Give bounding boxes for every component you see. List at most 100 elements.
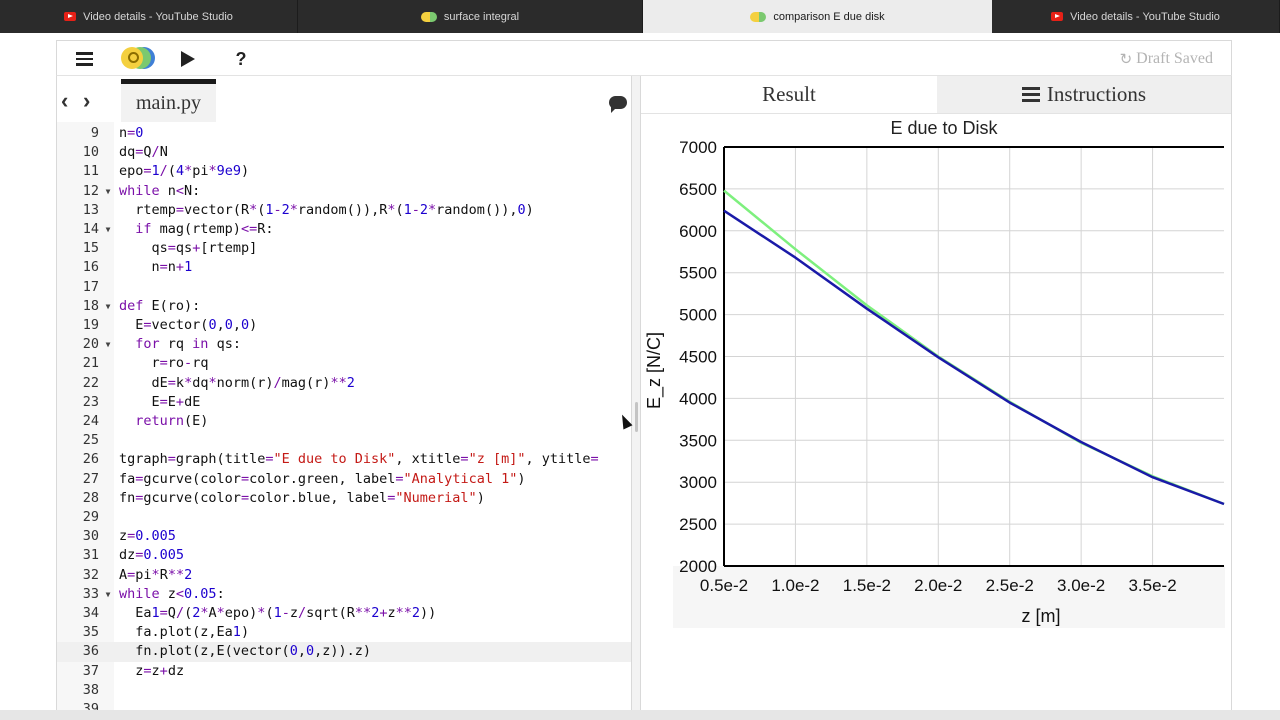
- file-tab-main-py[interactable]: main.py: [121, 79, 216, 122]
- y-tick-label: 4000: [679, 389, 717, 408]
- list-icon: [1021, 87, 1040, 102]
- code-line[interactable]: 34 Ea1=Q/(2*A*epo)*(1-z/sqrt(R**2+z**2)): [57, 604, 631, 623]
- line-number: 32: [82, 566, 99, 583]
- line-number: 20: [82, 336, 99, 353]
- code-line[interactable]: 23 E=E+dE: [57, 393, 631, 412]
- code-line[interactable]: 24 return(E): [57, 412, 631, 431]
- line-number: 17: [82, 278, 99, 295]
- code-line[interactable]: 37 z=z+dz: [57, 662, 631, 681]
- y-tick-label: 2000: [679, 557, 717, 576]
- code-text: E=E+dE: [119, 393, 201, 410]
- line-number: 31: [82, 547, 99, 564]
- line-number: 27: [82, 470, 99, 487]
- code-area[interactable]: 9 n=0 10 dq=Q/N 11 epo=1/(4*pi*9e9) 12 ▼ while n…: [57, 122, 631, 720]
- help-button[interactable]: ?: [229, 41, 253, 77]
- code-line[interactable]: 20 ▼ for rq in qs:: [57, 335, 631, 354]
- fold-arrow-icon[interactable]: ▼: [103, 335, 113, 354]
- code-line[interactable]: 10 dq=Q/N: [57, 143, 631, 162]
- code-line[interactable]: 14 ▼ if mag(rtemp)<=R:: [57, 220, 631, 239]
- splitter-grip[interactable]: [635, 402, 638, 432]
- x-tick-label: 2.5e-2: [986, 576, 1034, 595]
- fold-arrow-icon[interactable]: ▼: [103, 585, 113, 604]
- y-tick-label: 3500: [679, 431, 717, 450]
- code-line[interactable]: 31 dz=0.005: [57, 546, 631, 565]
- code-text: fa=gcurve(color=color.green, label="Anal…: [119, 470, 526, 487]
- code-text: n=n+1: [119, 259, 193, 276]
- code-line[interactable]: 21 r=ro-rq: [57, 354, 631, 373]
- fold-arrow-icon[interactable]: ▼: [103, 182, 113, 201]
- code-line[interactable]: 17: [57, 278, 631, 297]
- chevron-right-icon[interactable]: ›: [83, 90, 90, 112]
- code-text: fa.plot(z,Ea1): [119, 624, 250, 641]
- code-line[interactable]: 26 tgraph=graph(title="E due to Disk", xt…: [57, 450, 631, 469]
- code-text: dz=0.005: [119, 547, 185, 564]
- code-line[interactable]: 12 ▼ while n<N:: [57, 182, 631, 201]
- browser-tab-title: Video details - YouTube Studio: [1070, 10, 1220, 23]
- play-icon[interactable]: [175, 41, 201, 77]
- browser-tab[interactable]: surface integral: [298, 0, 643, 33]
- code-text: qs=qs+[rtemp]: [119, 240, 258, 257]
- code-line[interactable]: 25: [57, 431, 631, 450]
- code-text: while z<0.05:: [119, 585, 225, 602]
- line-number: 9: [90, 125, 99, 141]
- code-line[interactable]: 9 n=0: [57, 124, 631, 143]
- browser-tab-title: comparison E due disk: [773, 10, 885, 23]
- hamburger-menu-icon[interactable]: [69, 41, 99, 77]
- browser-tab[interactable]: comparison E due disk: [643, 0, 992, 33]
- window-bottom-edge: [0, 710, 1280, 720]
- code-line[interactable]: 15 qs=qs+[rtemp]: [57, 239, 631, 258]
- x-tick-label: 3.0e-2: [1057, 576, 1105, 595]
- code-line[interactable]: 33 ▼ while z<0.05:: [57, 585, 631, 604]
- code-line[interactable]: 18 ▼ def E(ro):: [57, 297, 631, 316]
- y-tick-label: 4500: [679, 348, 717, 367]
- code-line[interactable]: 29: [57, 508, 631, 527]
- code-text: n=0: [119, 125, 144, 141]
- series-line-blue: [723, 209, 1225, 506]
- fold-arrow-icon[interactable]: ▼: [103, 297, 113, 316]
- code-line[interactable]: 16 n=n+1: [57, 258, 631, 277]
- x-tick-label: 1.5e-2: [843, 576, 891, 595]
- pane-splitter[interactable]: [631, 76, 641, 720]
- code-editor-pane: ‹ › main.py 9 n=0 10 dq=Q/N 11 epo=1/(4*pi*9e…: [56, 76, 631, 720]
- browser-tab[interactable]: Video details - YouTube Studio: [0, 0, 298, 33]
- line-number: 35: [82, 624, 99, 641]
- code-line[interactable]: 22 dE=k*dq*norm(r)/mag(r)**2: [57, 374, 631, 393]
- code-text: Ea1=Q/(2*A*epo)*(1-z/sqrt(R**2+z**2)): [119, 605, 437, 621]
- line-number: 25: [82, 432, 99, 449]
- code-line[interactable]: 36 fn.plot(z,E(vector(0,0,z)).z): [57, 642, 631, 662]
- code-line[interactable]: 19 E=vector(0,0,0): [57, 316, 631, 335]
- code-text: return(E): [135, 413, 209, 429]
- tab-instructions[interactable]: Instructions: [937, 76, 1231, 114]
- x-axis-title: z [m]: [1022, 606, 1061, 626]
- code-line[interactable]: 35 fa.plot(z,Ea1): [57, 623, 631, 642]
- code-line[interactable]: 13 rtemp=vector(R*(1-2*random()),R*(1-2*…: [57, 201, 631, 220]
- code-line[interactable]: 11 epo=1/(4*pi*9e9): [57, 162, 631, 181]
- line-number: 21: [82, 355, 99, 372]
- code-line[interactable]: 28 fn=gcurve(color=color.blue, label="Num…: [57, 489, 631, 508]
- chevron-left-icon[interactable]: ‹: [61, 90, 68, 112]
- code-line[interactable]: 38: [57, 681, 631, 700]
- y-tick-label: 5000: [679, 306, 717, 325]
- x-tick-label: 3.5e-2: [1128, 576, 1176, 595]
- line-number: 19: [82, 317, 99, 333]
- line-number: 34: [82, 605, 99, 621]
- browser-tab[interactable]: Video details - YouTube Studio: [992, 0, 1280, 33]
- fold-arrow-icon[interactable]: ▼: [103, 220, 113, 239]
- line-number: 30: [82, 528, 99, 545]
- line-number: 26: [82, 451, 99, 468]
- glowscript-logo-icon[interactable]: [117, 41, 157, 77]
- code-text: fn.plot(z,E(vector(0,0,z)).z): [119, 643, 372, 660]
- line-number: 38: [82, 681, 99, 698]
- code-text: rtemp=vector(R*(1-2*random()),R*(1-2*ran…: [119, 201, 534, 218]
- comment-icon[interactable]: [609, 96, 627, 113]
- line-number: 14: [82, 221, 99, 237]
- line-number: 22: [82, 374, 99, 391]
- code-line[interactable]: 30 z=0.005: [57, 527, 631, 546]
- tab-result[interactable]: Result: [641, 76, 937, 114]
- code-text: dE=k*dq*norm(r)/mag(r)**2: [119, 374, 355, 391]
- line-number: 29: [82, 509, 99, 525]
- output-tab-bar: Result Instructions: [641, 76, 1231, 114]
- code-line[interactable]: 32 A=pi*R**2: [57, 566, 631, 585]
- e-due-to-disk-graph: E due to Disk 2000 2500 3000 3500 4000 4500 500…: [644, 118, 1225, 626]
- code-line[interactable]: 27 fa=gcurve(color=color.green, label="An…: [57, 470, 631, 489]
